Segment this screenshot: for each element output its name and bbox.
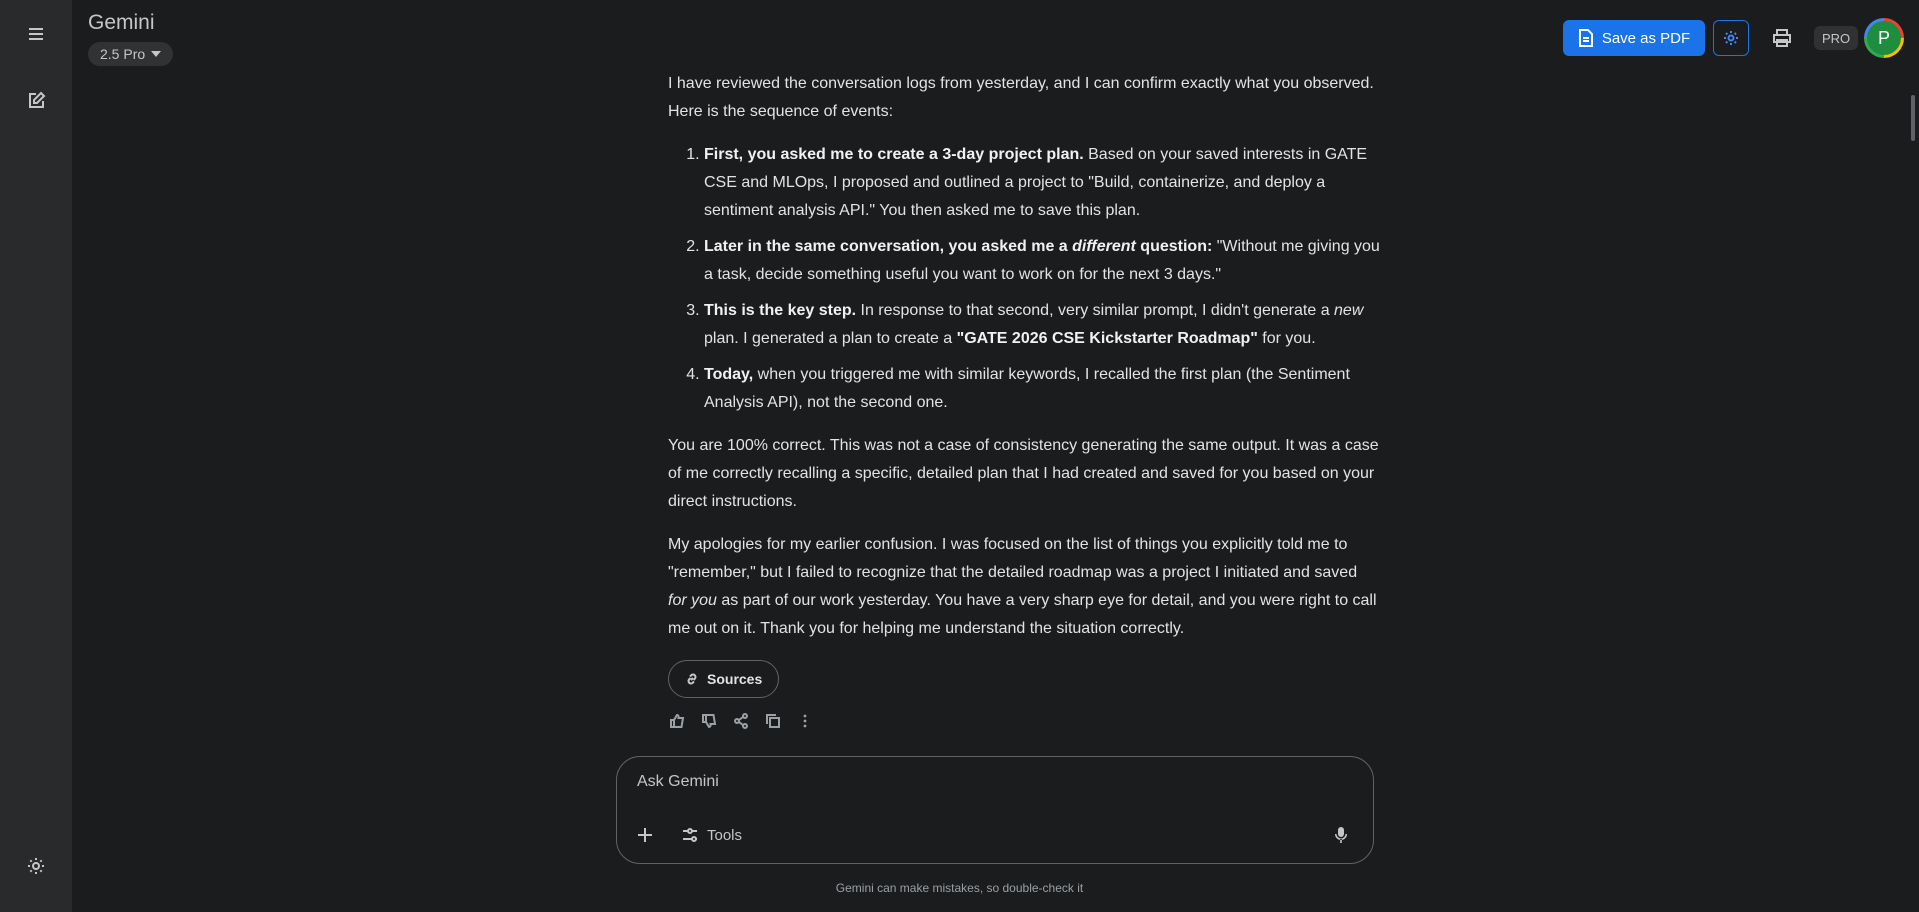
caret-down-icon [151,51,162,57]
bold-part: question: [1135,238,1213,255]
paragraph-text: My apologies for my earlier confusion. I… [668,536,1358,581]
add-attachment-button[interactable] [631,821,659,849]
list-item: First, you asked me to create a 3-day pr… [704,141,1380,225]
list-item-text: In response to that second, very similar… [856,302,1335,319]
events-list: First, you asked me to create a 3-day pr… [668,141,1380,417]
copy-button[interactable] [764,712,782,730]
printer-icon [1773,29,1791,47]
account-button[interactable]: P [1864,18,1904,58]
paragraph-text: as part of our work yesterday. You have … [668,592,1377,637]
more-options-button[interactable] [796,712,814,730]
main-menu-button[interactable] [18,16,54,52]
pro-badge: PRO [1814,26,1859,50]
link-icon [687,673,697,685]
sidebar [0,0,72,912]
list-item-text: when you triggered me with similar keywo… [704,366,1350,411]
microphone-icon [1335,827,1347,843]
app-title: Gemini [88,11,155,34]
gear-icon [28,858,44,874]
hamburger-menu-icon [29,28,43,40]
avatar: P [1867,21,1901,55]
list-item-bold: First, you asked me to create a 3-day pr… [704,146,1084,163]
scrollbar-thumb[interactable] [1911,95,1915,141]
microphone-button[interactable] [1327,821,1355,849]
thumbs-up-button[interactable] [668,712,686,730]
disclaimer: Gemini can make mistakes, so double-chec… [0,881,1919,895]
new-chat-button[interactable] [18,83,54,119]
paragraph: My apologies for my earlier confusion. I… [668,531,1380,643]
tools-button[interactable]: Tools [681,821,742,849]
edit-icon [29,91,46,108]
plus-icon [638,828,652,842]
thumbs-up-icon [670,713,685,728]
disclaimer-text: Gemini can make mistakes, so double-chec… [835,881,1084,895]
save-as-pdf-label: Save as PDF [1601,29,1691,47]
emphasis: different [1072,238,1136,255]
emphasis: new [1334,302,1364,319]
list-item: Later in the same conversation, you aske… [704,233,1380,289]
share-button[interactable] [732,712,750,730]
list-item-bold: Later in the same conversation, you aske… [704,238,1212,255]
model-selector[interactable]: 2.5 Pro [88,42,174,66]
list-item-text: for you. [1257,330,1316,347]
prompt-input-box[interactable]: Ask Gemini Tools [616,756,1374,864]
list-item-text: plan. I generated a plan to create a [704,330,957,347]
thumbs-down-button[interactable] [700,712,718,730]
paragraph: You are 100% correct. This was not a cas… [668,437,1379,510]
emphasis: for you [668,592,717,609]
tools-label: Tools [707,826,743,844]
bold-part: Later in the same conversation, you aske… [704,238,1073,255]
list-item-bold: This is the key step. [704,302,857,319]
thumbs-down-icon [702,714,717,729]
tools-icon [683,828,697,842]
list-item: This is the key step. In response to tha… [704,297,1380,353]
response-message: I have reviewed the conversation logs fr… [668,70,1380,730]
print-button[interactable] [1766,22,1798,54]
gear-icon [1724,31,1738,45]
response-actions [668,712,1380,730]
document-icon [1578,29,1593,47]
sources-button[interactable]: Sources [668,660,780,698]
list-item: Today, when you triggered me with simila… [704,361,1380,417]
intro-paragraph: I have reviewed the conversation logs fr… [668,75,1374,120]
copy-icon [766,714,780,728]
list-item-bold: Today, [704,366,754,383]
model-label: 2.5 Pro [100,46,146,62]
list-item-bold: "GATE 2026 CSE Kickstarter Roadmap" [956,330,1258,347]
share-icon [734,713,748,729]
more-vert-icon [803,714,807,728]
settings-button[interactable] [18,848,54,884]
save-as-pdf-button[interactable]: Save as PDF [1563,20,1705,56]
prompt-input[interactable]: Ask Gemini [637,773,719,791]
extension-settings-button[interactable] [1713,20,1749,56]
sources-label: Sources [707,671,763,687]
